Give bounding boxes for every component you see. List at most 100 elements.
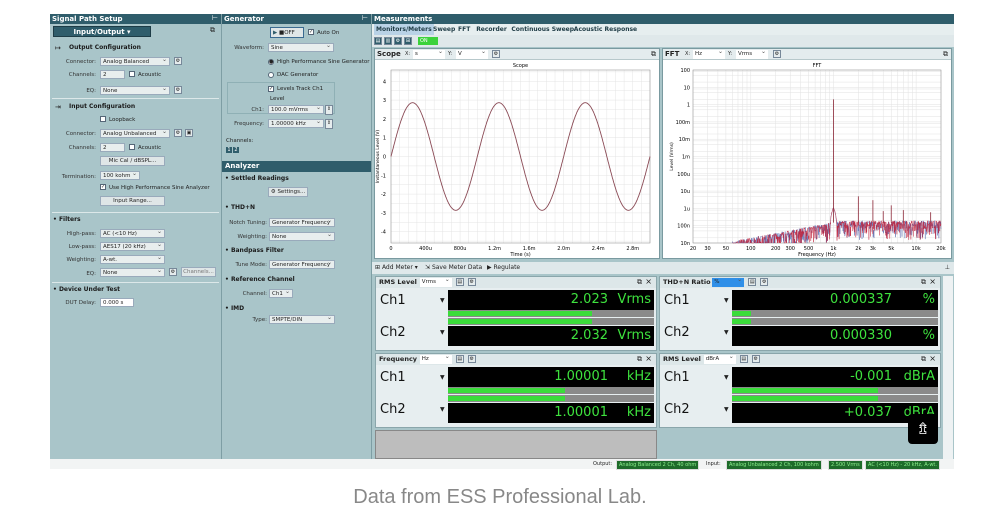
imd-type-select[interactable]: SMPTE/DIN (269, 314, 335, 324)
meter-unit-select[interactable]: % (712, 276, 745, 287)
save-icon[interactable]: ▣ (185, 129, 193, 137)
settings-icon[interactable]: ⚙ (773, 50, 781, 58)
output-acoustic-checkbox[interactable] (129, 71, 135, 77)
dac-radio[interactable] (268, 72, 274, 78)
channel-select[interactable]: Ch1 (269, 288, 293, 298)
meter-options-icon[interactable]: ▤ (455, 355, 464, 363)
chart-icon[interactable]: ▥ (384, 37, 392, 45)
channels-button[interactable]: Channels... (181, 267, 216, 277)
settings-icon[interactable]: ⚙ (751, 355, 760, 363)
loopback-checkbox[interactable] (100, 116, 106, 122)
popout-icon[interactable]: ⧉ (921, 355, 926, 364)
tab-continuous-sweep[interactable]: Continuous Sweep (511, 24, 574, 35)
output-connector-select[interactable]: Analog Balanced (100, 56, 170, 66)
tab-acoustic-response[interactable]: Acoustic Response (574, 24, 637, 35)
popout-icon[interactable]: ⧉ (637, 355, 642, 364)
waveform-select[interactable]: Sine (268, 42, 334, 52)
frequency-spinner[interactable]: ⇕ (325, 119, 333, 129)
scope-x-unit-select[interactable]: s (413, 48, 445, 59)
weighting-select[interactable]: A-wt. (100, 254, 165, 264)
fft-y-unit-select[interactable]: Vrms (736, 48, 768, 59)
on-toggle[interactable]: ON (418, 37, 438, 45)
regulate-button[interactable]: ▶ Regulate (487, 262, 520, 274)
settings-icon[interactable]: ⚙ (394, 37, 402, 45)
settings-icon[interactable]: ⚙ (174, 129, 182, 137)
input-range-button[interactable]: Input Range... (100, 196, 165, 206)
frequency-input[interactable]: 1.00000 kHz (268, 118, 324, 128)
add-meter-button[interactable]: ⊞ Add Meter ▾ (375, 262, 418, 274)
channel-menu-arrow-icon[interactable]: ▼ (724, 374, 729, 381)
output-channels-stepper[interactable]: 2 (100, 70, 125, 79)
filter-eq-select[interactable]: None (100, 267, 165, 277)
meter-unit-select[interactable]: dBrA (703, 353, 736, 364)
levels-track-checkbox[interactable]: ✓ (268, 86, 274, 92)
level-spinner[interactable]: ⇕ (325, 105, 333, 115)
output-channels-label: Channels: (68, 72, 96, 78)
lowpass-select[interactable]: AES17 (20 kHz) (100, 241, 165, 251)
popout-icon[interactable]: ⧉ (943, 50, 948, 59)
settings-icon[interactable]: ⚙ (467, 355, 476, 363)
auto-on-checkbox[interactable]: ✓ (308, 29, 314, 35)
channel-menu-arrow-icon[interactable]: ▼ (724, 329, 729, 336)
tune-mode-select[interactable]: Generator Frequency (269, 259, 335, 269)
tab-monitors-meters[interactable]: Monitors/Meters (374, 24, 434, 35)
eq-settings-icon[interactable]: ⚙ (174, 86, 182, 94)
tab-sweep[interactable]: Sweep (433, 24, 455, 35)
popout-icon[interactable]: ⧉ (637, 278, 642, 287)
channel-2-button[interactable]: 2 (233, 147, 239, 153)
meter-unit-select[interactable]: Hz (419, 353, 452, 364)
meter-options-icon[interactable]: ▤ (748, 278, 757, 286)
view-selector[interactable]: Input/Output ▾ (53, 26, 151, 37)
popout-icon[interactable]: ⧉ (651, 50, 656, 59)
pin-icon[interactable]: ⊢ (212, 14, 218, 22)
generator-toggle-button[interactable]: ▶ ■OFF (270, 27, 304, 38)
channel-1-button[interactable]: 1 (226, 147, 232, 153)
channel-menu-arrow-icon[interactable]: ▼ (440, 406, 445, 413)
input-acoustic-checkbox[interactable] (129, 144, 135, 150)
channel-menu-arrow-icon[interactable]: ▼ (440, 374, 445, 381)
settings-icon[interactable]: ⚙ (467, 278, 476, 286)
close-icon[interactable]: × (645, 354, 652, 363)
output-eq-select[interactable]: None (100, 85, 170, 95)
ch1-level-input[interactable]: 100.0 mVrms (268, 104, 324, 114)
save-meter-data-button[interactable]: ⇲ Save Meter Data (425, 262, 482, 274)
analyzer-weighting-select[interactable]: None (269, 231, 335, 241)
settings-icon[interactable]: ⚙ (174, 57, 182, 65)
pin-icon[interactable]: ⊢ (362, 14, 368, 22)
channel-menu-arrow-icon[interactable]: ▼ (440, 297, 445, 304)
input-channels-stepper[interactable]: 2 (100, 143, 125, 152)
meter-options-icon[interactable]: ▤ (739, 355, 748, 363)
channel-menu-arrow-icon[interactable]: ▼ (724, 297, 729, 304)
save-icon[interactable]: ▤ (374, 37, 382, 45)
fft-x-unit-select[interactable]: Hz (693, 48, 725, 59)
settings-button[interactable]: ⚙ Settings... (268, 187, 308, 197)
tab-recorder[interactable]: Recorder (476, 24, 507, 35)
highpass-select[interactable]: AC (<10 Hz) (100, 228, 165, 238)
notch-select[interactable]: Generator Frequency (269, 217, 335, 227)
settings-icon[interactable]: ⚙ (492, 50, 500, 58)
settings-icon[interactable]: ⚙ (760, 278, 769, 286)
close-icon[interactable]: × (929, 354, 936, 363)
termination-select[interactable]: 100 kohm (100, 170, 140, 180)
channel-menu-arrow-icon[interactable]: ▼ (440, 329, 445, 336)
hp-sine-radio[interactable]: ● (268, 59, 274, 65)
scope-y-unit-select[interactable]: V (456, 48, 488, 59)
close-icon[interactable]: × (929, 277, 936, 286)
close-icon[interactable]: × (645, 277, 652, 286)
use-hp-analyzer-checkbox[interactable]: ✓ (100, 184, 106, 190)
popout-icon[interactable]: ⧉ (921, 278, 926, 287)
dut-delay-input[interactable]: 0.000 s (100, 298, 134, 307)
collapse-icon[interactable]: ⊥ (945, 262, 950, 274)
mic-cal-button[interactable]: Mic Cal / dBSPL... (100, 156, 165, 166)
input-connector-select[interactable]: Analog Unbalanced (100, 128, 170, 138)
vertical-scrollbar[interactable] (943, 276, 953, 459)
meter-options-icon[interactable]: ▤ (455, 278, 464, 286)
popout-icon[interactable]: ⧉ (210, 26, 215, 35)
meter-unit-select[interactable]: Vrms (419, 276, 452, 287)
channel-menu-arrow-icon[interactable]: ▼ (724, 406, 729, 413)
layout-icon[interactable]: ⊞ (404, 37, 412, 45)
thdn-heading: • THD+N (225, 204, 256, 211)
settings-icon[interactable]: ⚙ (169, 268, 177, 276)
tab-fft[interactable]: FFT (458, 24, 470, 35)
imd-heading-text: IMD (230, 305, 245, 312)
